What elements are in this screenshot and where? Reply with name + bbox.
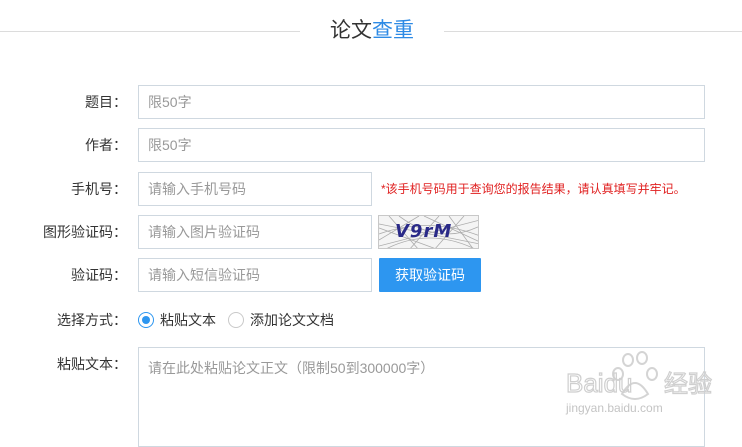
watermark-url: jingyan.baidu.com bbox=[565, 401, 663, 415]
header-divider-left bbox=[0, 31, 300, 32]
mode-label: 选择方式： bbox=[57, 312, 127, 328]
title-label: 题目： bbox=[85, 94, 127, 110]
watermark-brand: Baidu bbox=[566, 368, 633, 398]
phone-label: 手机号： bbox=[71, 181, 127, 197]
radio-option-upload[interactable]: 添加论文文档 bbox=[228, 303, 334, 337]
phone-hint: *该手机号码用于查询您的报告结果，请认真填写并牢记。 bbox=[381, 182, 686, 196]
title-row: 题目： 限50字 bbox=[0, 85, 742, 119]
phone-row: 手机号： 请输入手机号码 *该手机号码用于查询您的报告结果，请认真填写并牢记。 bbox=[0, 172, 742, 206]
radio-option-paste[interactable]: 粘贴文本 bbox=[138, 303, 216, 337]
author-row: 作者： 限50字 bbox=[0, 128, 742, 162]
author-input[interactable]: 限50字 bbox=[138, 128, 705, 162]
baidu-watermark: Baidu 经验 jingyan.baidu.com bbox=[560, 350, 742, 435]
radio-paste-label: 粘贴文本 bbox=[160, 312, 216, 328]
captcha-image[interactable]: V9rM bbox=[378, 215, 479, 249]
page-title: 论文查重 bbox=[300, 16, 444, 46]
get-code-button[interactable]: 获取验证码 bbox=[379, 258, 481, 292]
title-input[interactable]: 限50字 bbox=[138, 85, 705, 119]
mode-row: 选择方式： 粘贴文本 添加论文文档 bbox=[0, 303, 742, 337]
paste-label: 粘贴文本： bbox=[57, 356, 127, 372]
page-title-part1: 论文 bbox=[330, 19, 372, 42]
image-code-label: 图形验证码： bbox=[43, 224, 127, 240]
image-code-row: 图形验证码： 请输入图片验证码 V9rM bbox=[0, 215, 742, 249]
watermark-brand-cn: 经验 bbox=[664, 370, 712, 398]
phone-input[interactable]: 请输入手机号码 bbox=[138, 172, 372, 206]
image-code-input[interactable]: 请输入图片验证码 bbox=[138, 215, 372, 249]
sms-code-label: 验证码： bbox=[71, 267, 127, 283]
page-header: 论文查重 bbox=[0, 0, 742, 62]
radio-upload-label: 添加论文文档 bbox=[250, 312, 334, 328]
page-title-part2: 查重 bbox=[372, 19, 414, 42]
sms-code-row: 验证码： 请输入短信验证码 获取验证码 bbox=[0, 258, 742, 292]
author-label: 作者： bbox=[85, 137, 127, 153]
header-divider-right bbox=[444, 31, 742, 32]
radio-paste-icon[interactable] bbox=[138, 312, 154, 328]
captcha-text: V9rM bbox=[395, 221, 453, 242]
baidu-paw-icon: Baidu 经验 jingyan.baidu.com bbox=[565, 351, 713, 415]
sms-code-input[interactable]: 请输入短信验证码 bbox=[138, 258, 372, 292]
radio-upload-icon[interactable] bbox=[228, 312, 244, 328]
